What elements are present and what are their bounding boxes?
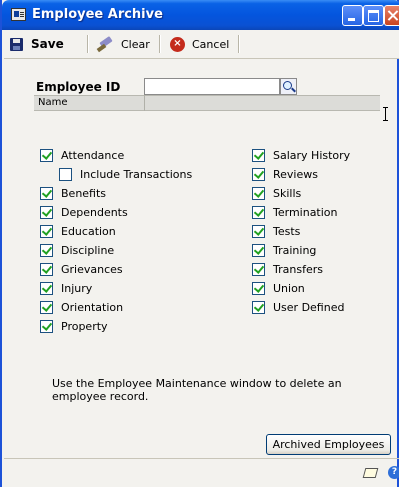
checkbox[interactable] (40, 186, 53, 200)
checkbox[interactable] (252, 186, 265, 200)
employee-id-label: Employee ID (36, 80, 121, 94)
checkbox-label: Grievances (61, 262, 123, 276)
checkbox[interactable] (252, 262, 265, 276)
checkbox[interactable] (252, 148, 265, 162)
toolbar: Save Clear × Cancel (4, 30, 399, 59)
checkbox-label: Orientation (61, 300, 124, 314)
checkbox-label: Include Transactions (80, 167, 193, 181)
toolbar-separator (159, 35, 161, 53)
checkbox-label: Termination (273, 205, 338, 219)
save-label: Save (31, 37, 64, 51)
footer-divider (4, 458, 399, 459)
checkbox[interactable] (40, 205, 53, 219)
name-field (34, 95, 380, 111)
save-icon (10, 37, 23, 51)
help-icon[interactable]: ? (388, 466, 399, 479)
checkbox-label: Education (61, 224, 116, 238)
option-salary-history[interactable]: Salary History (252, 148, 350, 162)
lookup-icon[interactable] (280, 78, 297, 95)
cancel-label: Cancel (192, 37, 230, 51)
employee-id-input[interactable] (144, 78, 280, 95)
clear-label: Clear (121, 37, 150, 51)
checkbox-label: Salary History (273, 148, 351, 162)
option-property[interactable]: Property (40, 319, 108, 333)
minimize-button[interactable] (342, 5, 363, 26)
checkbox[interactable] (252, 281, 265, 295)
option-training[interactable]: Training (252, 243, 316, 257)
window-title: Employee Archive (32, 7, 163, 22)
option-education[interactable]: Education (40, 224, 116, 238)
title-bar[interactable]: Employee Archive (2, 0, 399, 30)
checkbox-label: Property (61, 319, 108, 333)
close-button[interactable] (384, 5, 399, 26)
toolbar-separator (87, 35, 89, 53)
checkbox[interactable] (40, 224, 53, 238)
option-benefits[interactable]: Benefits (40, 186, 106, 200)
checkbox-label: Training (273, 243, 317, 257)
checkbox-label: Dependents (61, 205, 128, 219)
option-tests[interactable]: Tests (252, 224, 300, 238)
option-discipline[interactable]: Discipline (40, 243, 114, 257)
toolbar-separator (238, 35, 240, 53)
save-button[interactable]: Save (10, 30, 64, 58)
maximize-button[interactable] (363, 5, 384, 26)
cancel-icon: × (170, 36, 185, 52)
checkbox-label: Discipline (61, 243, 115, 257)
option-dependents[interactable]: Dependents (40, 205, 128, 219)
checkbox[interactable] (40, 262, 53, 276)
option-user-defined[interactable]: User Defined (252, 300, 344, 314)
info-message: Use the Employee Maintenance window to d… (52, 377, 342, 403)
option-transfers[interactable]: Transfers (252, 262, 323, 276)
checkbox[interactable] (40, 148, 53, 162)
checkbox[interactable] (40, 300, 53, 314)
checkbox-label: Reviews (273, 167, 318, 181)
name-label: Name (38, 97, 68, 108)
checkbox[interactable] (252, 300, 265, 314)
option-termination[interactable]: Termination (252, 205, 338, 219)
checkbox[interactable] (40, 319, 53, 333)
checkbox[interactable] (252, 167, 265, 181)
checkbox[interactable] (252, 224, 265, 238)
note-icon[interactable] (362, 468, 379, 478)
eraser-icon (97, 38, 113, 50)
checkbox-label: Benefits (61, 186, 107, 200)
archived-employees-button[interactable]: Archived Employees (266, 434, 391, 455)
window-icon (11, 8, 26, 21)
checkbox[interactable] (40, 281, 53, 295)
option-reviews[interactable]: Reviews (252, 167, 318, 181)
option-injury[interactable]: Injury (40, 281, 92, 295)
checkbox-label: Union (273, 281, 305, 295)
checkbox[interactable] (252, 205, 265, 219)
checkbox-label: Attendance (61, 148, 125, 162)
checkbox[interactable] (40, 243, 53, 257)
option-skills[interactable]: Skills (252, 186, 301, 200)
option-include-transactions[interactable]: Include Transactions (59, 167, 192, 181)
option-orientation[interactable]: Orientation (40, 300, 123, 314)
option-attendance[interactable]: Attendance (40, 148, 124, 162)
cancel-button[interactable]: × Cancel (170, 30, 229, 58)
checkbox-label: Injury (61, 281, 93, 295)
text-cursor-icon (383, 107, 388, 121)
checkbox-label: Skills (273, 186, 302, 200)
checkbox[interactable] (59, 167, 72, 181)
checkbox-label: User Defined (273, 300, 345, 314)
employee-archive-window: Employee Archive Save Clear × Cancel Emp… (0, 0, 399, 487)
option-union[interactable]: Union (252, 281, 305, 295)
option-grievances[interactable]: Grievances (40, 262, 123, 276)
checkbox-label: Transfers (273, 262, 323, 276)
name-divider (144, 95, 145, 111)
checkbox-label: Tests (273, 224, 301, 238)
clear-button[interactable]: Clear (97, 30, 150, 58)
checkbox[interactable] (252, 243, 265, 257)
